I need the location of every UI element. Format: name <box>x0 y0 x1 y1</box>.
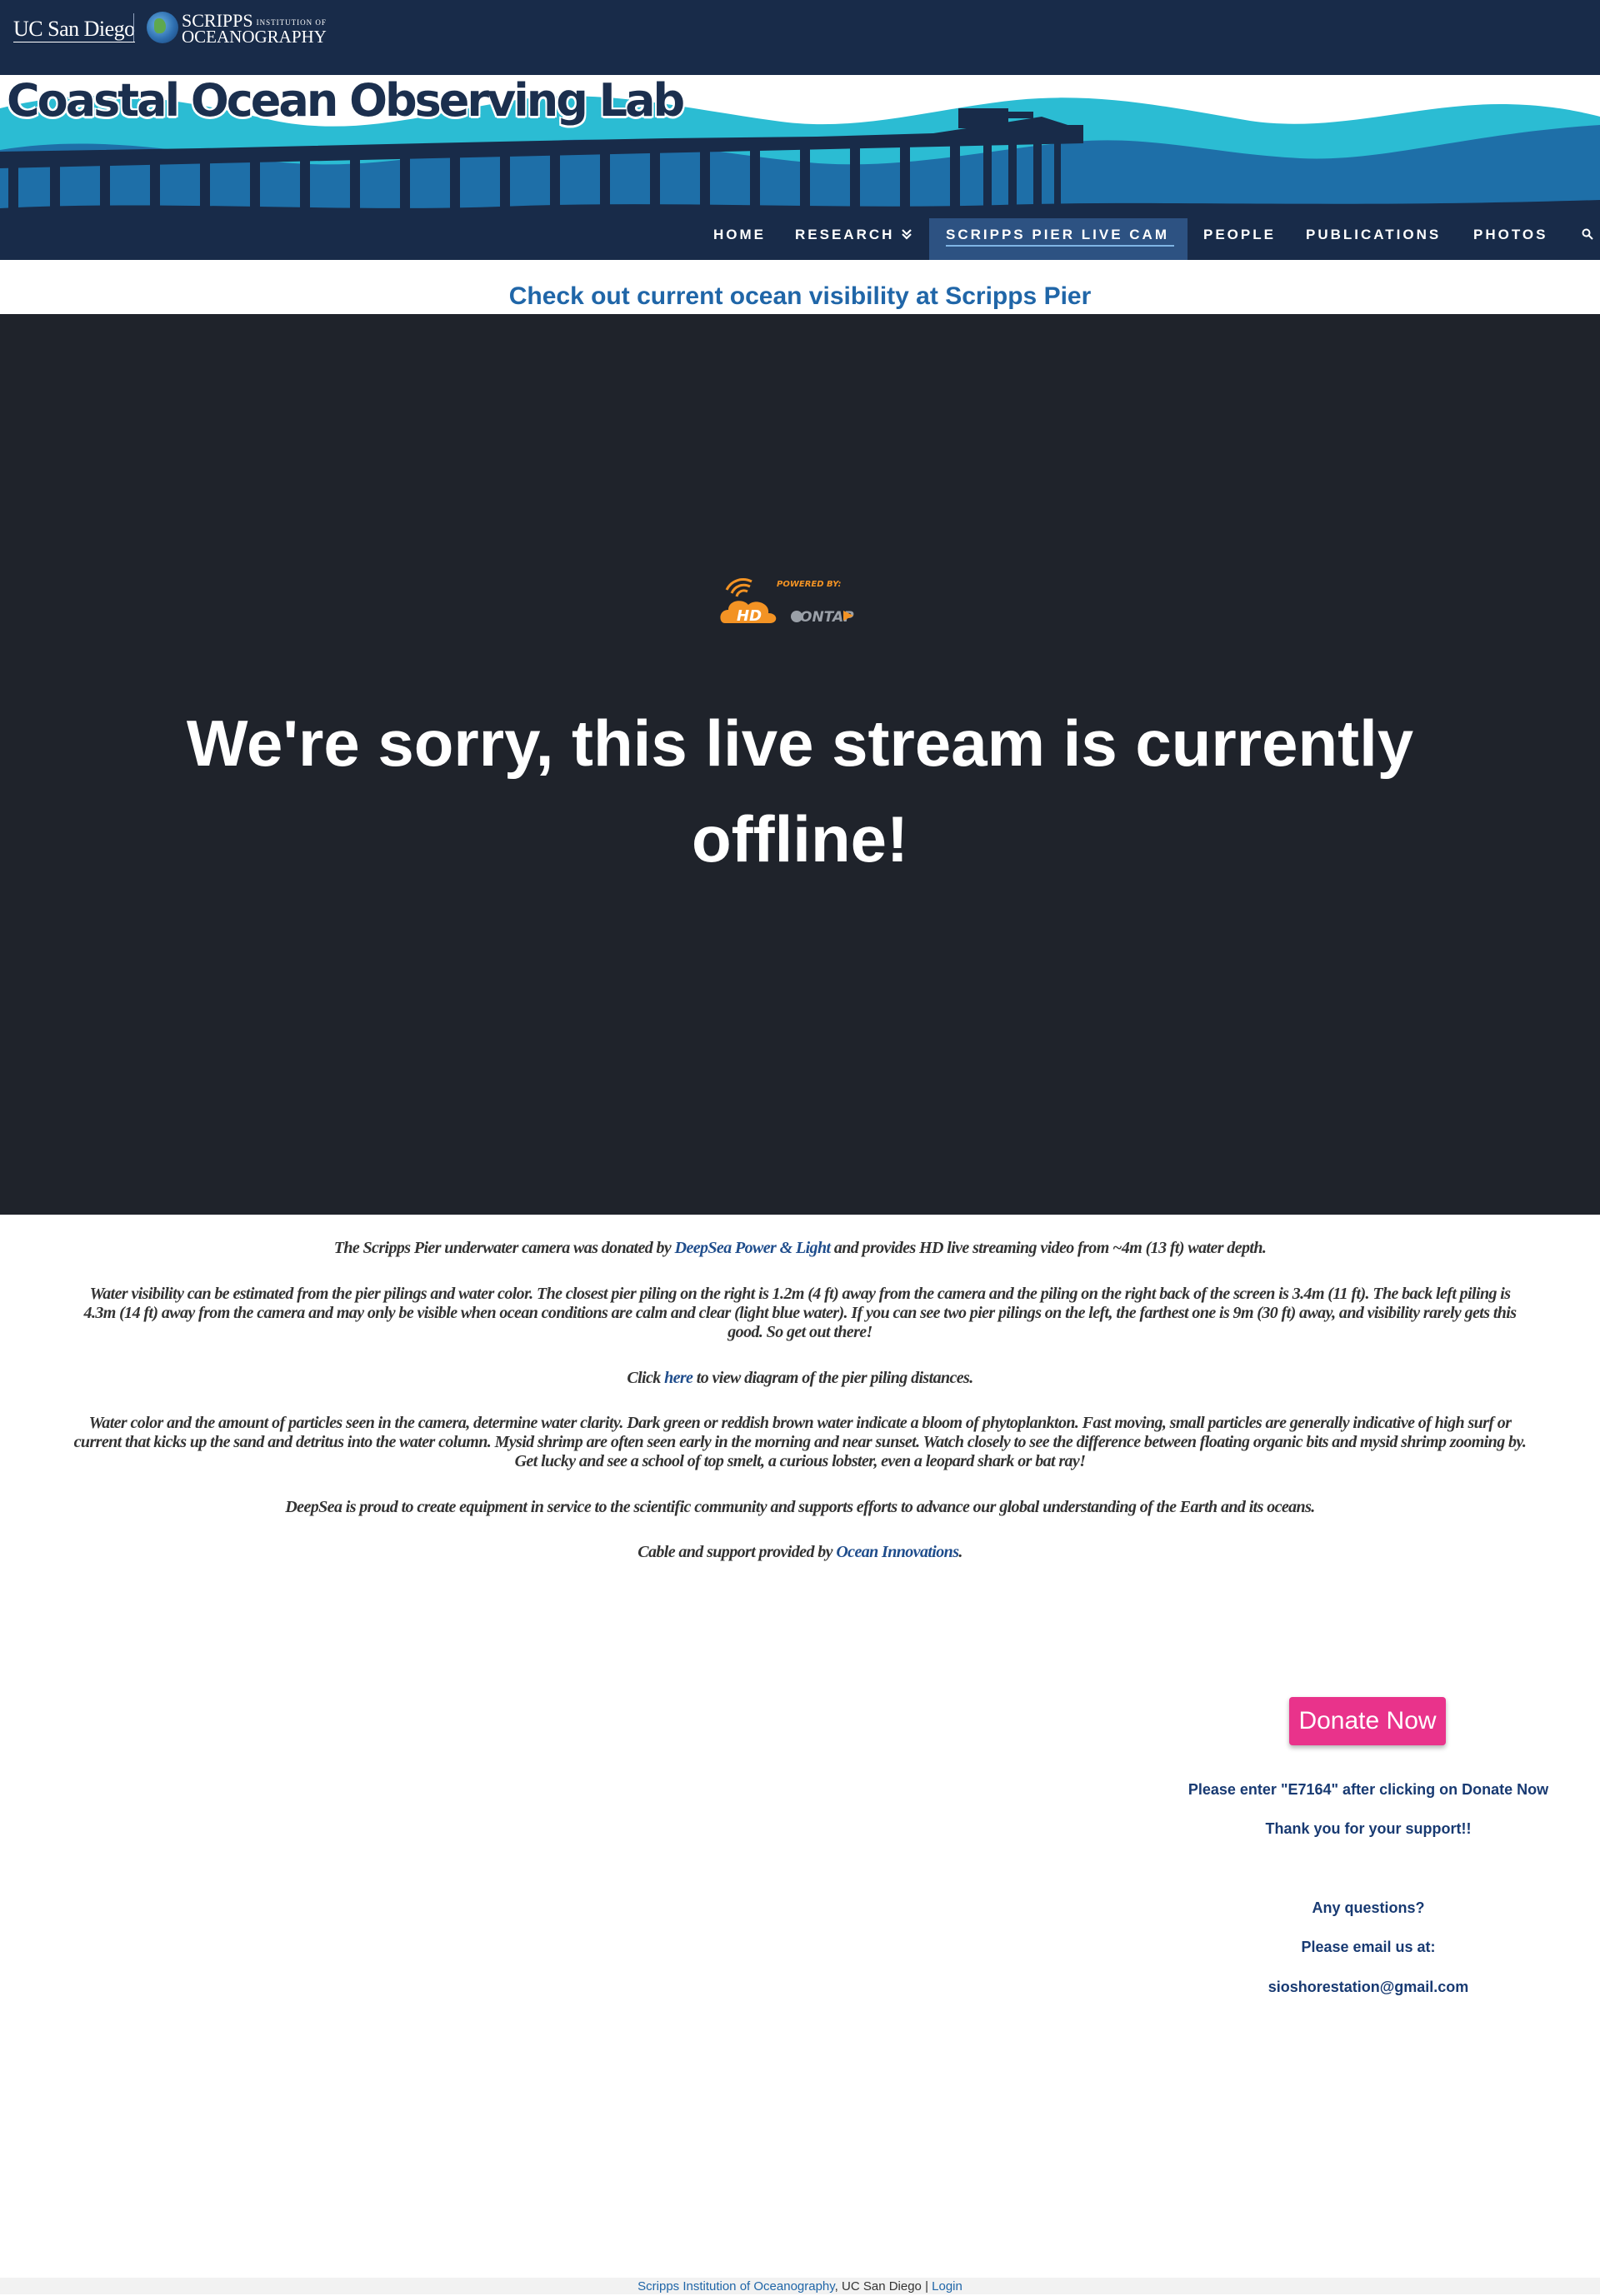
footer-ucsd-text: UC San Diego <box>842 2279 922 2294</box>
deepsea-link[interactable]: DeepSea Power & Light <box>675 1239 831 1257</box>
donate-now-button[interactable]: Donate Now <box>1289 1697 1446 1745</box>
offline-line-2: offline! <box>692 802 908 876</box>
ocean-innovations-link[interactable]: Ocean Innovations <box>836 1543 959 1561</box>
ucsd-logo[interactable]: UC San Diego <box>13 17 135 42</box>
nav-home[interactable]: HOME <box>713 218 766 260</box>
nav-research[interactable]: RESEARCH <box>795 218 912 260</box>
hd-logo-text: HD <box>737 607 762 625</box>
offline-line-1: We're sorry, this live stream is current… <box>186 706 1414 780</box>
donation-code-note: Please enter "E7164" after clicking on D… <box>1188 1781 1549 1798</box>
site-footer: Scripps Institution of Oceanography, UC … <box>0 2278 1600 2294</box>
water-color-paragraph: Water color and the amount of particles … <box>73 1414 1527 1470</box>
logo-divider <box>133 13 134 42</box>
nav-people[interactable]: PEOPLE <box>1203 218 1276 260</box>
scripps-globe-icon[interactable] <box>147 12 178 43</box>
contact-email-link[interactable]: sioshorestation@gmail.com <box>1167 1977 1570 1997</box>
diagram-paragraph: Click here to view diagram of the pier p… <box>627 1369 973 1387</box>
visibility-paragraph: Water visibility can be estimated from t… <box>83 1285 1517 1341</box>
stream-offline-message: We're sorry, this live stream is current… <box>167 696 1433 887</box>
nav-scripps-pier-live-cam[interactable]: SCRIPPS PIER LIVE CAM <box>929 218 1188 260</box>
cable-support-paragraph: Cable and support provided by Ocean Inno… <box>638 1543 962 1561</box>
nav-publications[interactable]: PUBLICATIONS <box>1306 218 1441 260</box>
top-bar: UC San Diego SCRIPPS INSTITUTION OF OCEAN… <box>0 0 1600 75</box>
footer-sio-link[interactable]: Scripps Institution of Oceanography <box>638 2279 835 2294</box>
scripps-logo-line2[interactable]: OCEANOGRAPHY <box>182 28 327 46</box>
deepsea-mission-paragraph: DeepSea is proud to create equipment in … <box>285 1498 1315 1516</box>
camera-donation-paragraph: The Scripps Pier underwater camera was d… <box>333 1239 1267 1257</box>
thanks-text: Thank you for your support!! <box>1265 1820 1472 1837</box>
visibility-headline: Check out current ocean visibility at Sc… <box>508 282 1092 310</box>
nav-photos[interactable]: PHOTOS <box>1473 218 1548 260</box>
email-prompt: Please email us at: <box>1301 1939 1436 1955</box>
powered-by-text: POWERED BY: <box>777 580 841 589</box>
hd-ontap-logo: HD POWERED BY: ONTAP <box>720 578 854 626</box>
questions-heading: Any questions? <box>1312 1899 1425 1916</box>
footer-login-link[interactable]: Login <box>932 2279 962 2294</box>
double-chevron-down-icon <box>902 229 912 240</box>
search-icon[interactable] <box>1582 228 1593 240</box>
site-title[interactable]: Coastal Ocean Observing Lab <box>7 75 685 128</box>
piling-diagram-link[interactable]: here <box>664 1369 693 1387</box>
